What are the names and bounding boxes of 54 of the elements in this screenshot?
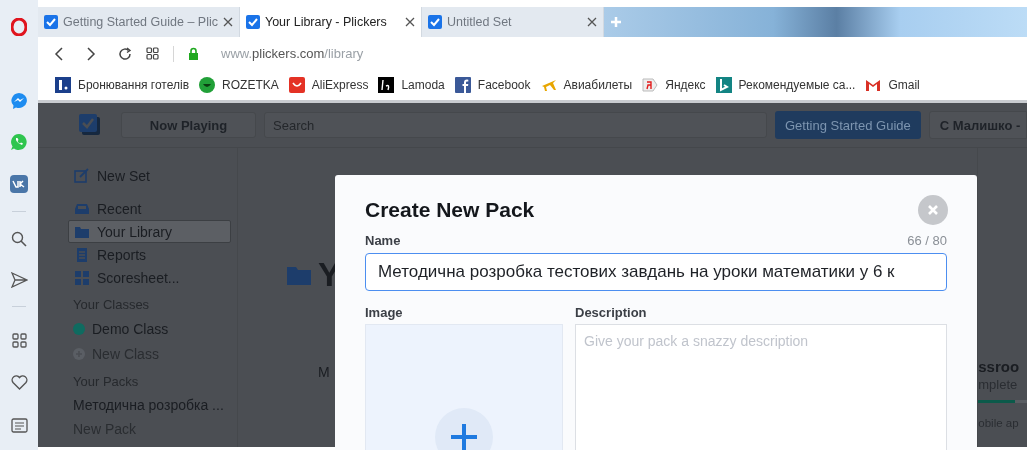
mail-icon <box>865 77 882 93</box>
plane-icon <box>540 77 557 93</box>
grid-icon[interactable] <box>11 333 27 348</box>
heart-icon[interactable] <box>10 375 28 390</box>
add-image-button[interactable] <box>435 408 493 450</box>
opera-logo-icon[interactable] <box>11 18 27 36</box>
reload-icon[interactable] <box>118 46 132 61</box>
progress-bar <box>978 400 1027 403</box>
bookmark[interactable]: Рекомендуемые са... <box>715 77 856 93</box>
browser-tab[interactable]: Your Library - Plickers <box>239 7 422 37</box>
grid-icon <box>74 269 90 286</box>
lock-icon <box>188 47 199 60</box>
vk-icon[interactable] <box>10 175 28 193</box>
forward-icon[interactable] <box>87 46 96 61</box>
bookmark[interactable]: Бронювання готелів <box>55 77 190 93</box>
facebook-icon <box>454 77 471 93</box>
close-icon <box>927 204 939 216</box>
back-icon[interactable] <box>54 46 63 61</box>
close-icon[interactable] <box>404 17 415 27</box>
nav-item[interactable]: Your Library <box>68 220 231 243</box>
character-counter: 66 / 80 <box>907 233 947 248</box>
document-icon <box>74 246 90 263</box>
messenger-icon[interactable] <box>10 92 28 110</box>
booking-icon <box>55 77 71 93</box>
close-icon[interactable] <box>586 17 597 27</box>
bookmark[interactable]: Яндекс <box>642 77 706 93</box>
bing-icon <box>715 77 732 93</box>
grid-icon[interactable] <box>146 47 159 60</box>
checkbox-icon <box>245 15 260 29</box>
guide-button[interactable]: Getting Started Guide <box>775 111 921 139</box>
smiley-icon <box>199 77 216 93</box>
bookmark[interactable]: AliExpress <box>288 77 369 93</box>
address-field[interactable]: www.plickers.com/library <box>221 46 364 61</box>
la-icon <box>378 77 395 93</box>
checkbox-icon <box>427 15 442 29</box>
checkbox-icon <box>44 15 58 29</box>
bookmark[interactable]: Авиабилеты <box>540 77 633 93</box>
name-field[interactable]: Методична розробка тестових завдань на уроки математики у 6 к <box>365 253 947 291</box>
bookmark[interactable]: Lamoda <box>378 77 445 93</box>
plus-icon <box>449 422 479 450</box>
edit-icon <box>74 167 90 184</box>
field-label: Image <box>365 305 404 320</box>
bookmark[interactable]: Facebook <box>454 77 531 93</box>
search-icon[interactable] <box>11 231 27 247</box>
field-label: Name <box>365 233 401 248</box>
bookmark[interactable]: Gmail <box>865 77 920 93</box>
news-icon[interactable] <box>10 418 28 433</box>
bag-icon <box>288 77 305 93</box>
send-icon[interactable] <box>10 272 28 288</box>
close-icon[interactable] <box>222 17 233 27</box>
tag-icon <box>642 77 659 93</box>
field-label: Description <box>575 305 648 320</box>
bookmark[interactable]: ROZETKA <box>199 77 279 93</box>
modal-title: Create New Pack <box>365 198 535 222</box>
